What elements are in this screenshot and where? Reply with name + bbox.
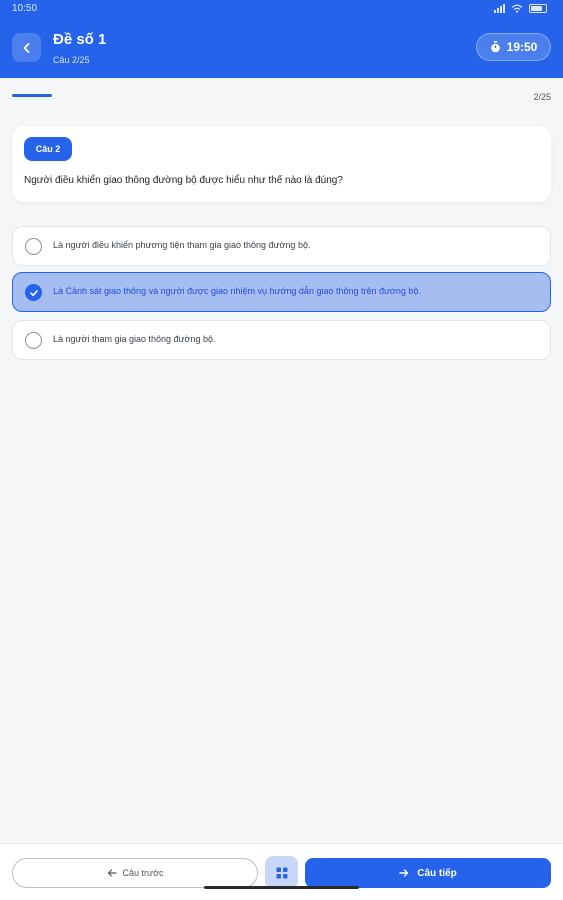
answer-option-2[interactable]: Là Cảnh sát giao thông và người được gia… [12, 272, 551, 312]
grid-icon [276, 867, 287, 878]
page-subtitle: Câu 2/25 [53, 55, 90, 65]
progress-bar [12, 94, 52, 97]
answer-option-text: Là người điều khiển phương tiện tham gia… [53, 240, 311, 250]
page-title: Đề số 1 [53, 31, 107, 48]
answer-option-text: Là Cảnh sát giao thông và người được gia… [53, 286, 421, 296]
previous-question-label: Câu trước [122, 868, 164, 878]
battery-icon [529, 4, 547, 13]
previous-question-button[interactable]: Câu trước [12, 858, 258, 888]
app-header: 10:50 Đề số 1 Câu 2/25 19:50 [0, 0, 563, 78]
home-indicator [204, 886, 359, 889]
timer-badge: 19:50 [476, 33, 551, 61]
question-text: Người điều khiển giao thông đường bộ đượ… [24, 175, 343, 186]
radio-checked-icon [25, 284, 42, 301]
question-number-badge: Câu 2 [24, 137, 72, 161]
bottom-navigation: Câu trước Câu tiếp [0, 843, 563, 900]
timer-value: 19:50 [506, 40, 538, 54]
progress-area: 2/25 [0, 78, 563, 114]
question-card: Câu 2 Người điều khiển giao thông đường … [12, 126, 551, 202]
answer-option-1[interactable]: Là người điều khiển phương tiện tham gia… [12, 226, 551, 266]
signal-icon [494, 4, 505, 13]
wifi-icon [511, 4, 523, 13]
back-button[interactable] [12, 33, 41, 62]
status-time: 10:50 [12, 3, 38, 14]
stopwatch-icon [490, 41, 500, 53]
next-question-label: Câu tiếp [417, 867, 457, 879]
progress-count: 2/25 [533, 92, 551, 102]
chevron-left-icon [23, 42, 29, 53]
radio-unchecked-icon [25, 238, 42, 255]
next-question-button[interactable]: Câu tiếp [305, 858, 551, 888]
arrow-left-icon [107, 869, 117, 877]
arrow-right-icon [399, 869, 409, 877]
radio-unchecked-icon [25, 332, 42, 349]
answer-option-text: Là người tham gia giao thông đường bộ. [53, 334, 216, 344]
answer-option-3[interactable]: Là người tham gia giao thông đường bộ. [12, 320, 551, 360]
question-grid-button[interactable] [265, 856, 298, 889]
status-icons [494, 4, 547, 13]
status-bar: 10:50 [0, 0, 563, 18]
